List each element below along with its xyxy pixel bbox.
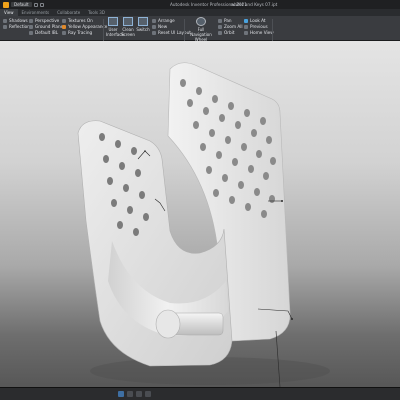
tab-environments[interactable]: Environments <box>18 9 54 16</box>
window-list-icon[interactable] <box>136 391 142 397</box>
reflections-icon <box>3 25 7 29</box>
redo-icon[interactable] <box>39 2 44 7</box>
pan-icon <box>218 19 222 23</box>
orbit-button[interactable]: Orbit <box>218 30 243 36</box>
model-render <box>77 62 330 387</box>
previous-view-icon <box>244 25 248 29</box>
ray-tracing-icon <box>62 31 66 35</box>
reset-layout-icon <box>152 31 156 35</box>
document-tab-icon[interactable] <box>127 391 133 397</box>
ray-tracing-toggle[interactable]: Ray Tracing <box>62 30 107 36</box>
orbit-icon <box>218 31 222 35</box>
new-window-icon <box>152 25 156 29</box>
grid-icon[interactable] <box>145 391 151 397</box>
graphics-viewport[interactable] <box>0 41 400 387</box>
user-interface-icon <box>108 17 118 26</box>
quick-access-toolbar: Default <box>3 1 44 8</box>
reset-ui-layout-button[interactable]: Reset UI Layout <box>152 30 191 36</box>
tab-view[interactable]: View <box>0 9 18 16</box>
switch-window-icon <box>138 17 148 26</box>
textures-icon <box>62 19 66 23</box>
user-interface-button[interactable]: User Interface <box>106 17 124 37</box>
home-view-button[interactable]: Home View <box>244 30 274 36</box>
switch-button[interactable]: Switch <box>136 17 150 32</box>
home-icon <box>244 31 248 35</box>
undo-icon[interactable] <box>33 2 38 7</box>
appearance-column-1: Shadows Reflections <box>3 18 32 30</box>
tab-tools-3d[interactable]: Tools 3D <box>84 9 109 16</box>
appearance-column-2: Perspective Ground Plane Default IBL <box>29 18 63 36</box>
home-tab-icon[interactable] <box>118 391 124 397</box>
status-bar <box>0 387 400 400</box>
title-bar: Default Autodesk Inventor Professional 2… <box>0 0 400 9</box>
arrange-icon <box>152 19 156 23</box>
appearance-icon <box>62 25 66 29</box>
tab-collaborate[interactable]: Collaborate <box>53 9 84 16</box>
shadows-icon <box>3 19 7 23</box>
navigation-wheel-icon <box>196 17 206 26</box>
reflections-toggle[interactable]: Reflections <box>3 24 32 30</box>
navigate-column-1: Pan Zoom All Orbit <box>218 18 243 36</box>
ground-plane-icon <box>29 25 33 29</box>
navigate-column-2: Look At Previous Home View <box>244 18 274 36</box>
windows-column: Arrange New Reset UI Layout <box>152 18 191 36</box>
document-name: wallet and Keys 07.ipt <box>231 2 278 7</box>
ribbon-tabs: View Environments Collaborate Tools 3D <box>0 9 400 16</box>
zoom-icon <box>218 25 222 29</box>
ibl-dropdown[interactable]: Default IBL <box>29 30 63 36</box>
app-logo-icon[interactable] <box>3 1 9 8</box>
inventor-window: Default Autodesk Inventor Professional 2… <box>0 0 400 400</box>
appearance-column-3: Textures On Yellow Appearance Ray Tracin… <box>62 18 107 36</box>
ribbon-panel: Shadows Reflections Perspective Ground P… <box>0 16 400 51</box>
appearance-style-dropdown[interactable]: Default <box>11 2 32 7</box>
look-at-icon <box>244 19 248 23</box>
perspective-icon <box>29 19 33 23</box>
ibl-icon <box>29 31 33 35</box>
full-navigation-wheel-button[interactable]: Full Navigation Wheel <box>187 17 215 42</box>
clean-screen-button[interactable]: Clean Screen <box>121 17 135 37</box>
peg-end <box>155 309 181 339</box>
clean-screen-icon <box>123 17 133 26</box>
